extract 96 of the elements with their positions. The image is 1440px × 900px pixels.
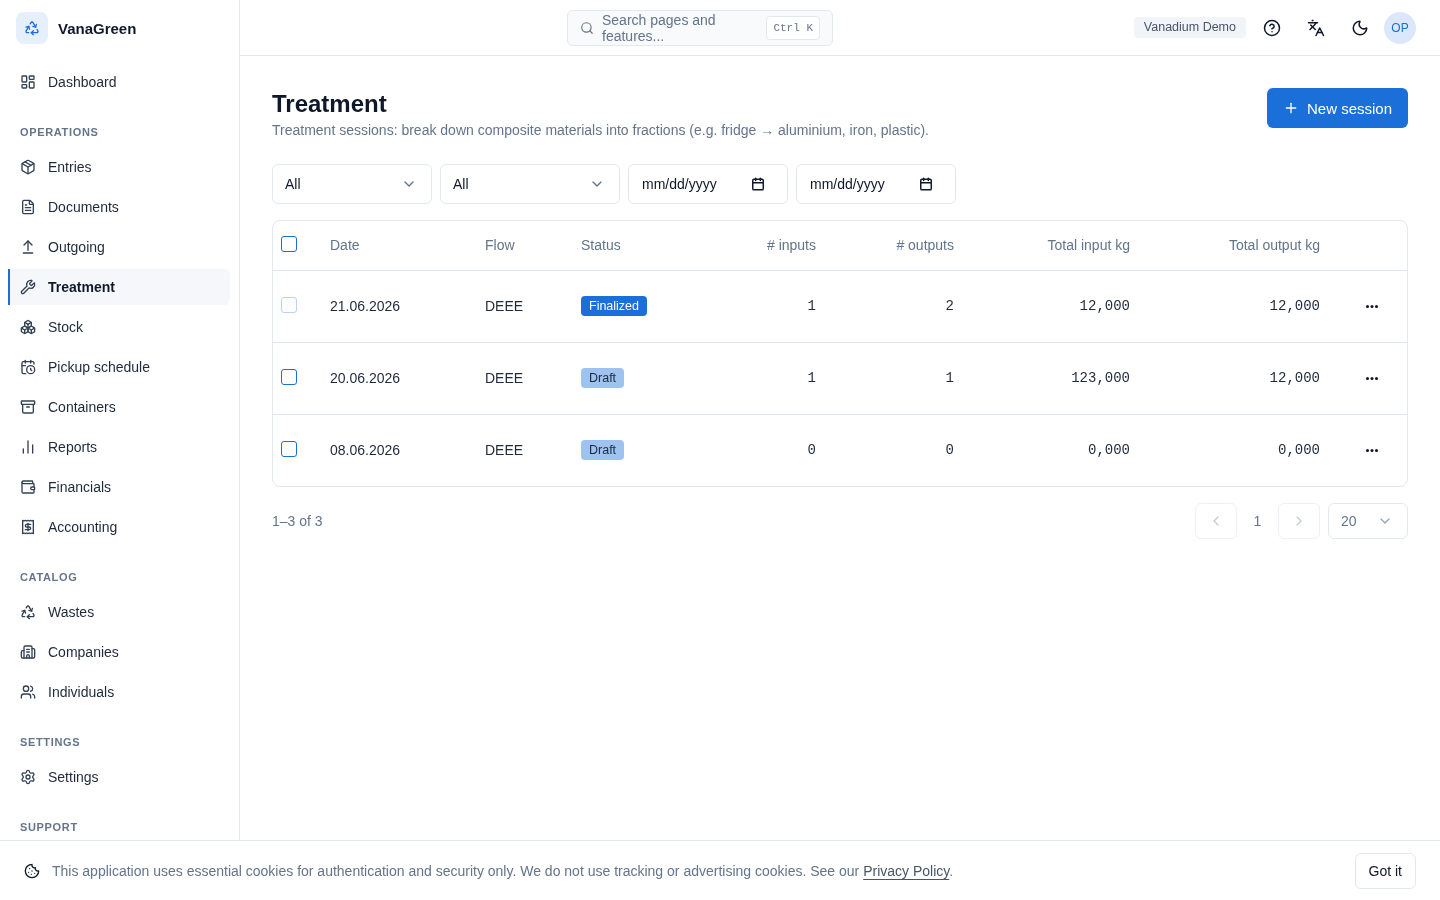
- archive-icon: [20, 399, 36, 415]
- more-icon: [1365, 448, 1378, 452]
- column-header: Total output kg: [1146, 221, 1336, 270]
- column-header: Status: [565, 221, 705, 270]
- more-icon: [1365, 304, 1378, 308]
- row-checkbox[interactable]: [281, 440, 297, 457]
- select-all-checkbox[interactable]: [281, 235, 297, 252]
- nav-item[interactable]: Wastes: [8, 594, 230, 630]
- nav-item[interactable]: Accounting: [8, 509, 230, 545]
- column-header: Flow: [469, 221, 565, 270]
- status-badge: Finalized: [581, 296, 648, 316]
- settings-icon: [20, 769, 36, 785]
- search-input[interactable]: Search pages and features...: [602, 11, 759, 44]
- dashboard-icon: [20, 74, 36, 90]
- cookie-notice-text: This application uses essential cookies for authentication and security only. We do not use tracking or advertising cookies. See our Privacy Policy.: [52, 862, 955, 879]
- package-icon: [20, 159, 36, 175]
- nav-item[interactable]: Entries: [8, 149, 230, 185]
- search-icon: [580, 20, 594, 35]
- translate-icon: [1307, 18, 1325, 37]
- page-subtitle: Treatment sessions: break down composite materials into fractions (e.g. fridge → aluminium, iron, plastic).: [272, 121, 929, 140]
- date-field[interactable]: mm/dd/yyyy: [628, 164, 788, 204]
- nav-item[interactable]: Documents: [8, 189, 230, 225]
- nav-item[interactable]: Settings: [8, 759, 230, 795]
- filter-select[interactable]: All: [440, 164, 620, 204]
- new-session-button[interactable]: New session: [1266, 88, 1408, 128]
- nav-item[interactable]: Outgoing: [8, 229, 230, 265]
- nav-item[interactable]: Containers: [8, 389, 230, 425]
- boxes-icon: [20, 319, 36, 335]
- page-number: 1: [1252, 513, 1263, 529]
- calendar-icon: [919, 177, 933, 191]
- page-title: Treatment: [272, 89, 388, 119]
- outputs-cell: 0: [832, 414, 970, 486]
- flow-cell: DEEE: [469, 342, 565, 414]
- nav-item[interactable]: Companies: [8, 634, 230, 670]
- nav-item[interactable]: Pickup schedule: [8, 349, 230, 385]
- date-cell: 21.06.2026: [314, 270, 469, 342]
- workspace-badge: Vanadium Demo: [1133, 17, 1246, 38]
- total-output-cell: 12,000: [1146, 342, 1336, 414]
- nav-item[interactable]: Individuals: [8, 674, 230, 710]
- got-it-button[interactable]: Got it: [1354, 852, 1416, 889]
- column-header: Total input kg: [970, 221, 1146, 270]
- total-input-cell: 12,000: [970, 270, 1146, 342]
- inputs-cell: 1: [705, 342, 832, 414]
- column-header: # inputs: [705, 221, 832, 270]
- status-badge: Draft: [581, 440, 625, 461]
- total-output-cell: 12,000: [1146, 270, 1336, 342]
- outputs-cell: 2: [832, 270, 970, 342]
- cookie-icon: [24, 862, 40, 879]
- shortcut-key: Ctrl K: [766, 15, 820, 40]
- recycle-logo-icon: [16, 12, 48, 44]
- nav-item[interactable]: Reports: [8, 429, 230, 465]
- calendar-clock-icon: [20, 359, 36, 375]
- outputs-cell: 1: [832, 342, 970, 414]
- date-field[interactable]: mm/dd/yyyy: [796, 164, 956, 204]
- section-label: SUPPORT: [19, 820, 79, 835]
- row-checkbox[interactable]: [281, 368, 297, 385]
- total-output-cell: 0,000: [1146, 414, 1336, 486]
- flow-cell: DEEE: [469, 270, 565, 342]
- section-label: SETTINGS: [19, 735, 82, 750]
- document-icon: [20, 199, 36, 215]
- total-input-cell: 123,000: [970, 342, 1146, 414]
- date-input[interactable]: mm/dd/yyyy: [810, 176, 913, 192]
- more-icon: [1365, 376, 1378, 380]
- nav-item[interactable]: Financials: [8, 469, 230, 505]
- brand-name: VanaGreen: [58, 19, 137, 37]
- column-header: # outputs: [832, 221, 970, 270]
- user-avatar[interactable]: OP: [1384, 11, 1416, 44]
- date-input[interactable]: mm/dd/yyyy: [642, 176, 745, 192]
- page-size-select[interactable]: 20: [1328, 503, 1408, 539]
- upload-icon: [20, 239, 36, 255]
- pagination-summary: 1–3 of 3: [272, 513, 323, 529]
- nav-item[interactable]: Treatment: [8, 269, 230, 305]
- flow-cell: DEEE: [469, 414, 565, 486]
- recycle-icon: [20, 604, 36, 620]
- column-header: Date: [314, 221, 469, 270]
- calendar-icon: [751, 177, 765, 191]
- section-label: CATALOG: [19, 570, 79, 585]
- bar-chart-icon: [20, 439, 36, 455]
- receipt-icon: [20, 519, 36, 535]
- search-field[interactable]: Search pages and features... Ctrl K: [567, 9, 833, 46]
- moon-icon: [1351, 18, 1369, 37]
- wallet-icon: [20, 479, 36, 495]
- inputs-cell: 0: [705, 414, 832, 486]
- date-cell: 08.06.2026: [314, 414, 469, 486]
- help-icon: [1263, 18, 1281, 37]
- total-input-cell: 0,000: [970, 414, 1146, 486]
- building-icon: [20, 644, 36, 660]
- nav-item[interactable]: Dashboard: [8, 64, 230, 100]
- nav-item[interactable]: Stock: [8, 309, 230, 345]
- section-label: OPERATIONS: [19, 125, 100, 140]
- status-badge: Draft: [581, 368, 625, 388]
- date-cell: 20.06.2026: [314, 342, 469, 414]
- wrench-icon: [20, 279, 36, 295]
- inputs-cell: 1: [705, 270, 832, 342]
- users-icon: [20, 684, 36, 700]
- filter-select[interactable]: All: [272, 164, 432, 204]
